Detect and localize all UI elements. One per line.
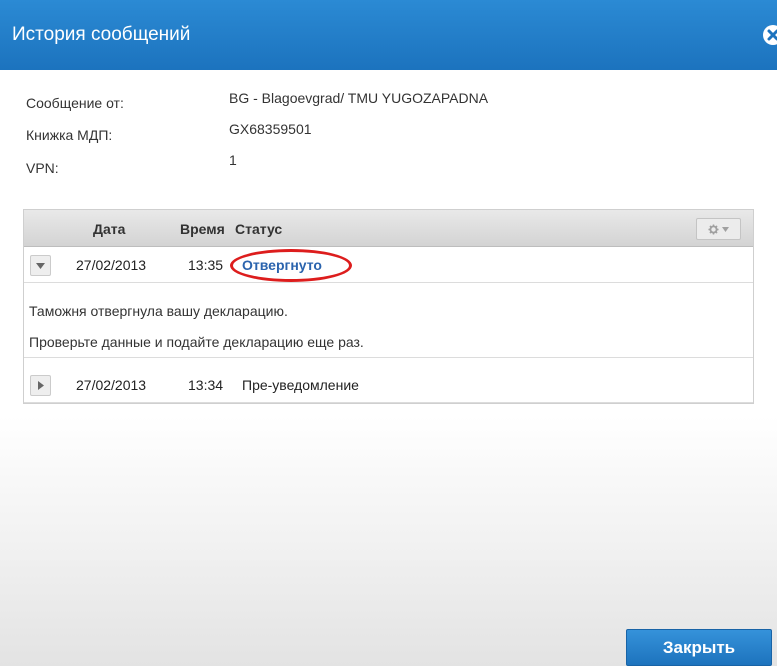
row-date: 27/02/2013: [76, 257, 147, 273]
message-from-label: Сообщение от:: [26, 95, 124, 111]
message-history-table: Дата Время Статус 27/02/2013 13:35 Отвер…: [23, 209, 754, 404]
column-header-date[interactable]: Дата: [93, 221, 125, 237]
column-header-status[interactable]: Статус: [235, 221, 282, 237]
message-from-value: BG - Blagoevgrad/ TMU YUGOZAPADNA: [229, 90, 489, 106]
detail-line: Таможня отвергнула вашу декларацию.: [29, 303, 288, 319]
row-collapse-button[interactable]: [30, 255, 51, 276]
dialog-titlebar: История сообщений: [0, 0, 777, 70]
gear-icon: [708, 223, 719, 235]
vpn-label: VPN:: [26, 160, 59, 176]
table-row[interactable]: 27/02/2013 13:34 Пре-уведомление: [24, 367, 753, 403]
close-icon[interactable]: [763, 25, 777, 45]
dialog-title: История сообщений: [12, 24, 191, 45]
chevron-right-icon: [37, 381, 44, 390]
chevron-down-icon: [722, 226, 729, 232]
row-time: 13:34: [188, 377, 224, 393]
tir-book-label: Книжка МДП:: [26, 127, 113, 143]
row-details: Таможня отвергнула вашу декларацию. Пров…: [24, 283, 753, 358]
column-header-time[interactable]: Время: [180, 221, 225, 237]
table-header: Дата Время Статус: [24, 210, 753, 247]
table-row[interactable]: 27/02/2013 13:35 Отвергнуто: [24, 247, 753, 283]
table-settings-button[interactable]: [696, 218, 741, 240]
close-button[interactable]: Закрыть: [626, 629, 772, 666]
dialog-content: Сообщение от: BG - Blagoevgrad/ TMU YUGO…: [0, 70, 777, 666]
vpn-value: 1: [229, 152, 237, 168]
tir-book-value: GX68359501: [229, 121, 312, 137]
row-time: 13:35: [188, 257, 224, 273]
row-date: 27/02/2013: [76, 377, 147, 393]
row-status-link[interactable]: Отвергнуто: [242, 257, 322, 273]
row-expand-button[interactable]: [30, 375, 51, 396]
detail-line: Проверьте данные и подайте декларацию ещ…: [29, 334, 364, 350]
chevron-down-icon: [36, 262, 45, 269]
row-status: Пре-уведомление: [242, 377, 359, 393]
